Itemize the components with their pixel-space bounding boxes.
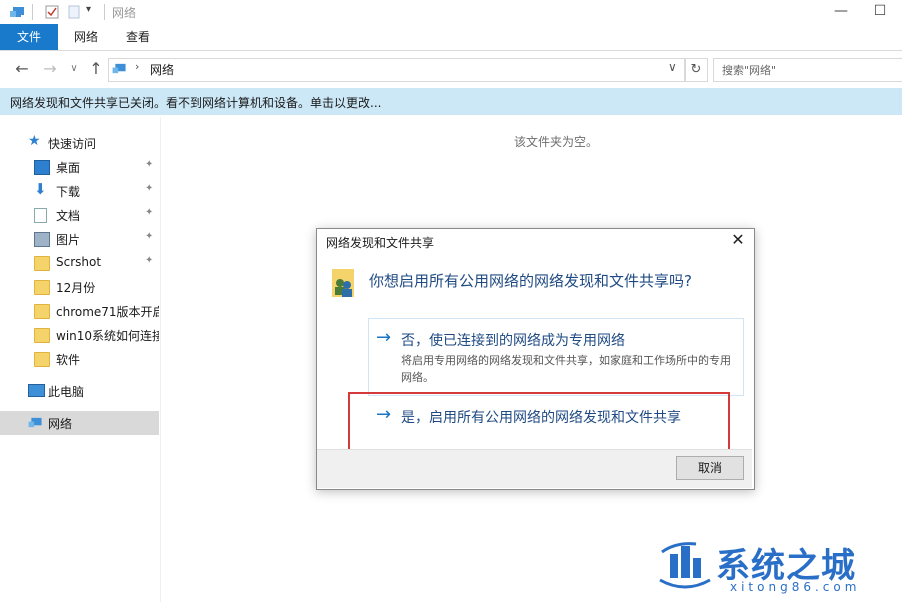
infobar-text[interactable]: 网络发现和文件共享已关闭。看不到网络计算机和设备。单击以更改... (10, 94, 381, 111)
document-icon (34, 208, 47, 223)
sidebar-item-software[interactable]: 软件 (0, 347, 159, 371)
search-placeholder: 搜索"网络" (722, 64, 777, 77)
cancel-button[interactable]: 取消 (676, 456, 744, 480)
customize-quick-access-icon[interactable]: ▾ (86, 4, 91, 15)
forward-arrow-icon[interactable]: → (40, 58, 60, 80)
sidebar-item-documents[interactable]: 文档 ✦ (0, 203, 159, 227)
option-private-description: 将启用专用网络的网络发现和文件共享，如家庭和工作场所中的专用网络。 (401, 354, 731, 384)
desktop-icon (34, 160, 50, 175)
sidebar-item-win10[interactable]: win10系统如何连接 (0, 323, 159, 347)
pictures-icon (34, 232, 50, 247)
divider (32, 4, 33, 20)
sidebar-item-downloads[interactable]: ⬇ 下载 ✦ (0, 179, 159, 203)
option-private-title[interactable]: 否，使已连接到的网络成为专用网络 (401, 330, 625, 350)
arrow-right-icon: → (376, 404, 392, 425)
back-arrow-icon[interactable]: ← (12, 58, 32, 80)
users-icon (332, 269, 354, 297)
network-icon (112, 63, 126, 74)
folder-icon (34, 328, 50, 343)
network-icon (10, 7, 24, 17)
new-folder-icon[interactable] (66, 5, 82, 19)
option-public-enable[interactable]: 是，启用所有公用网络的网络发现和文件共享 (401, 407, 681, 427)
sidebar-item-scrshot[interactable]: Scrshot ✦ (0, 251, 159, 275)
pin-icon[interactable]: ✦ (145, 255, 153, 266)
watermark-logo-icon (659, 542, 711, 589)
address-bar[interactable] (108, 58, 686, 82)
pin-icon[interactable]: ✦ (145, 207, 153, 218)
folder-icon (34, 280, 50, 295)
tab-view[interactable]: 查看 (115, 24, 161, 50)
recent-locations-chevron-icon[interactable]: ∨ (64, 58, 84, 80)
sidebar-item-quick-access[interactable]: ★ 快速访问 (0, 131, 159, 155)
folder-icon (34, 352, 50, 367)
tab-network[interactable]: 网络 (61, 24, 111, 50)
breadcrumb-separator-icon[interactable]: › (135, 60, 139, 73)
up-arrow-icon[interactable]: ↑ (86, 58, 106, 80)
properties-icon[interactable] (44, 5, 60, 19)
breadcrumb-location[interactable]: 网络 (150, 61, 174, 78)
maximize-button[interactable]: ☐ (857, 0, 902, 24)
folder-icon (34, 304, 50, 319)
folder-icon (34, 256, 50, 271)
sidebar-item-this-pc[interactable]: 此电脑 (0, 379, 159, 403)
sidebar-item-network[interactable]: 网络 (0, 411, 159, 435)
arrow-right-icon: → (376, 327, 392, 348)
sidebar-item-pictures[interactable]: 图片 ✦ (0, 227, 159, 251)
divider (104, 4, 105, 20)
tab-file[interactable]: 文件 (0, 24, 58, 50)
dialog-title: 网络发现和文件共享 (326, 236, 435, 250)
chevron-down-icon[interactable]: ∨ (668, 60, 677, 74)
pin-icon[interactable]: ✦ (145, 159, 153, 170)
network-icon (28, 417, 42, 428)
download-arrow-icon: ⬇ (34, 180, 47, 198)
pin-icon[interactable]: ✦ (145, 231, 153, 242)
empty-folder-message: 该文件夹为空。 (514, 135, 599, 149)
sidebar-item-chrome71[interactable]: chrome71版本开启 (0, 299, 159, 323)
dialog-question: 你想启用所有公用网络的网络发现和文件共享吗? (369, 272, 692, 290)
sidebar-item-december[interactable]: 12月份 (0, 275, 159, 299)
window-title: 网络 (112, 6, 137, 20)
pc-icon (28, 384, 45, 397)
sidebar-item-desktop[interactable]: 桌面 ✦ (0, 155, 159, 179)
star-icon: ★ (28, 133, 41, 149)
pin-icon[interactable]: ✦ (145, 183, 153, 194)
refresh-icon[interactable]: ↻ (684, 58, 708, 82)
watermark-url: xitong86.com (730, 580, 861, 594)
close-icon[interactable]: ✕ (728, 230, 748, 250)
